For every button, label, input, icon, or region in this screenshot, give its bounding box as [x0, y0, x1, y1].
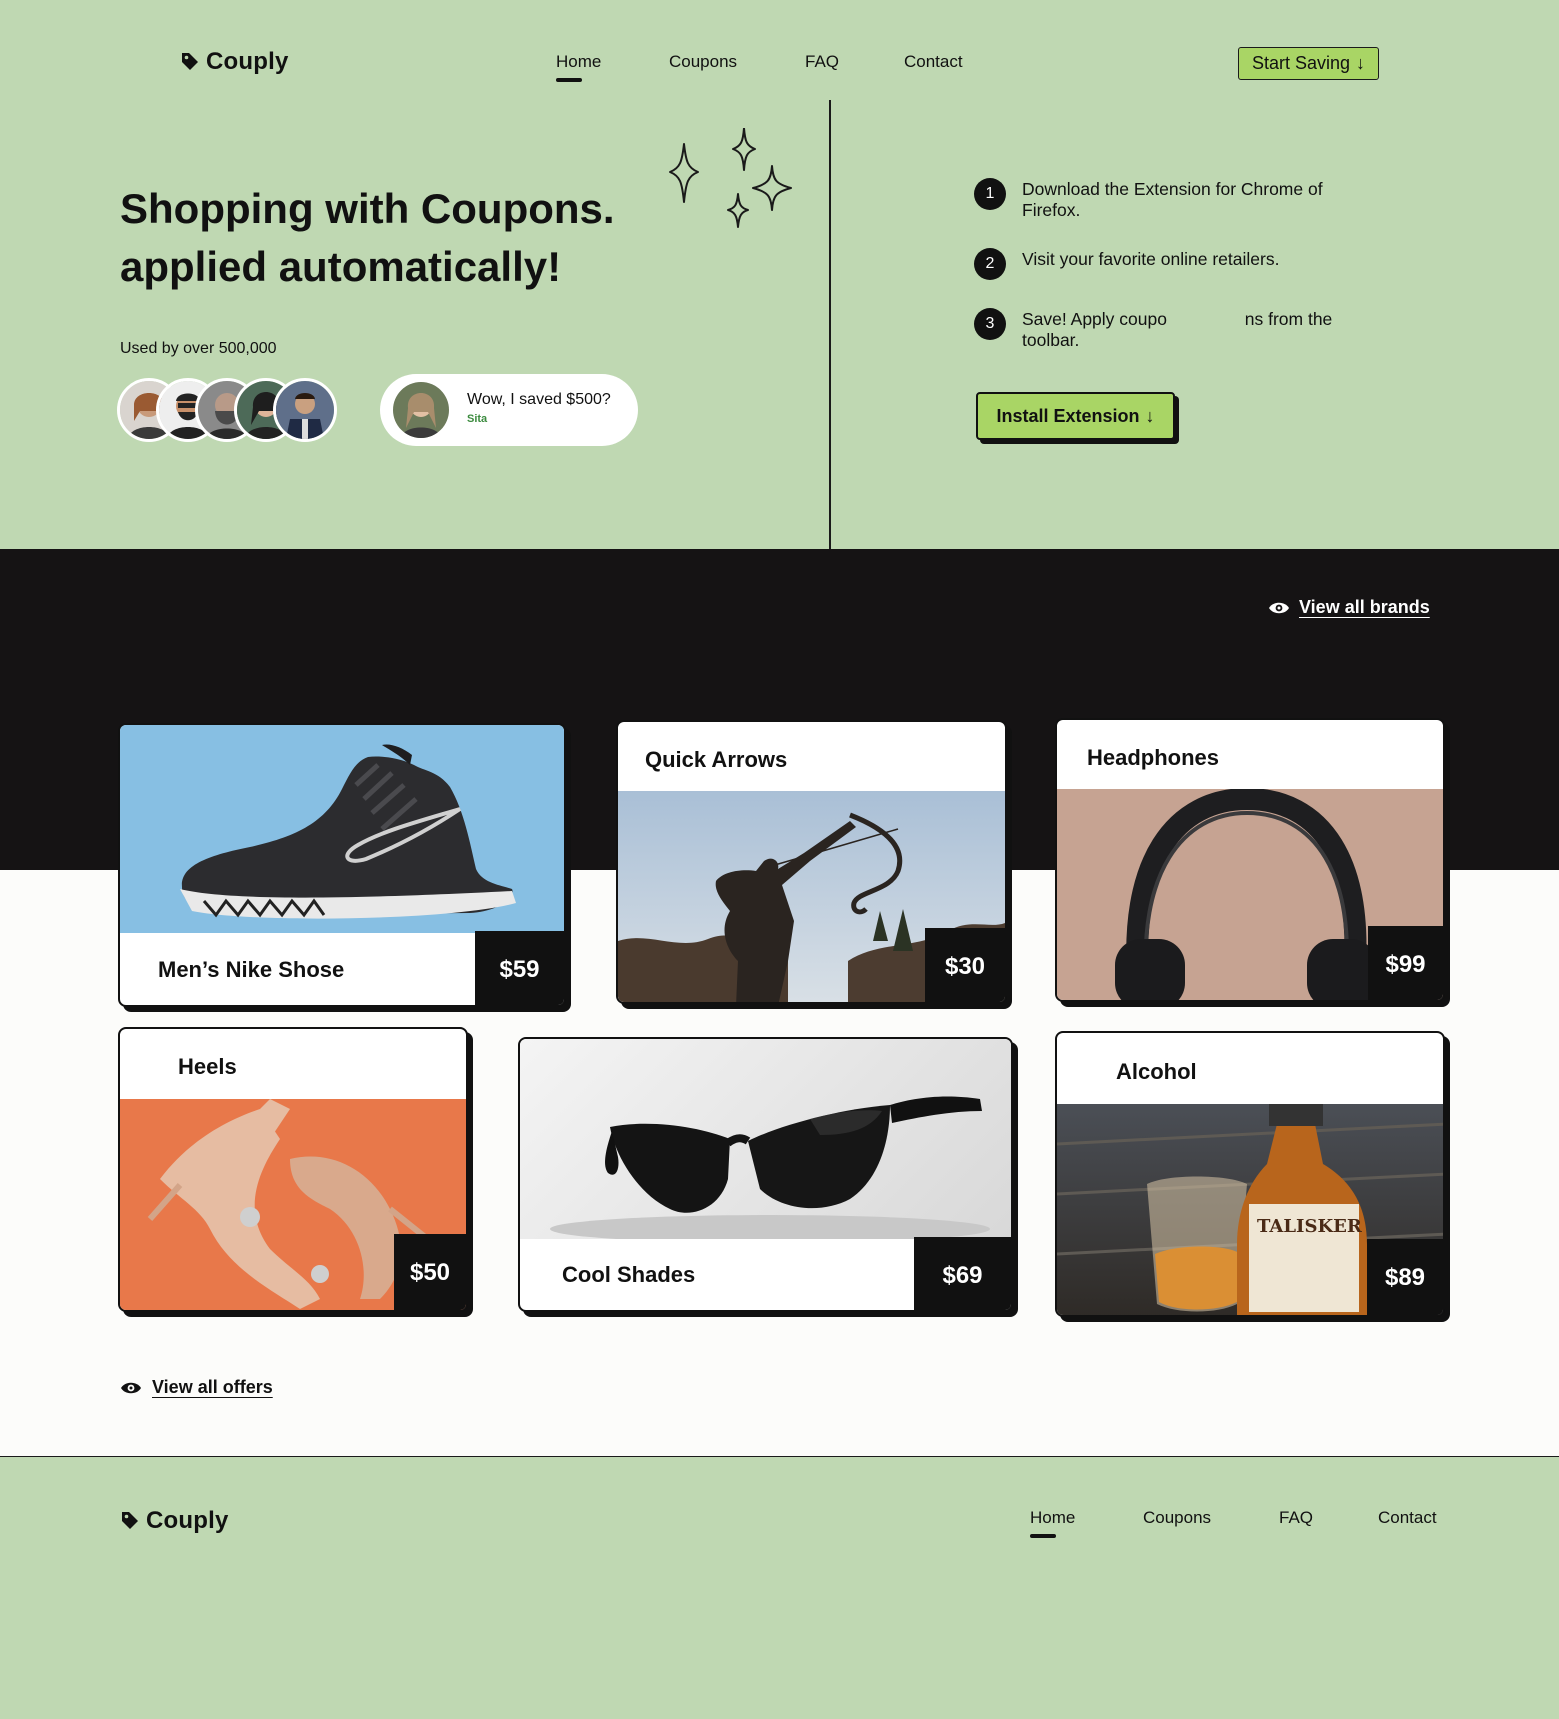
- view-all-brands-label: View all brands: [1299, 597, 1430, 617]
- eye-icon: [121, 1382, 141, 1393]
- eye-icon: [1269, 602, 1289, 613]
- step-number: 3: [974, 308, 1006, 340]
- testimonial-avatar: [393, 382, 449, 438]
- offer-title: Men’s Nike Shose: [158, 957, 345, 982]
- hero-divider: [829, 100, 831, 549]
- offer-card[interactable]: Quick Arrows $30: [616, 720, 1007, 1004]
- footer-brand-logo[interactable]: Couply: [120, 1507, 229, 1535]
- hero-title: Shopping with Coupons. applied automatic…: [120, 180, 615, 296]
- arrow-down-icon: ↓: [1356, 53, 1366, 73]
- footer-nav-faq[interactable]: FAQ: [1279, 1508, 1313, 1528]
- install-extension-button[interactable]: Install Extension ↓: [976, 392, 1175, 440]
- step-text: Download the Extension for Chrome of Fir…: [1022, 179, 1323, 220]
- step-text: Save! Apply coupo ns from the toolbar.: [1022, 309, 1338, 350]
- offer-card[interactable]: Headphones $99: [1055, 718, 1445, 1002]
- offer-card[interactable]: Cool Shades $69: [518, 1037, 1013, 1312]
- offer-title: Quick Arrows: [645, 747, 788, 772]
- svg-text:TALISKER: TALISKER: [1257, 1216, 1363, 1237]
- install-extension-label: Install Extension: [996, 405, 1140, 426]
- offer-price: $50: [394, 1234, 466, 1310]
- view-all-offers-link[interactable]: View all offers: [120, 1377, 273, 1398]
- testimonial-name: Sita: [467, 413, 488, 425]
- offer-price: $89: [1367, 1239, 1443, 1315]
- offer-title: Heels: [178, 1054, 237, 1079]
- hero-title-line2: applied automatically!: [120, 243, 562, 290]
- offer-price: $59: [475, 931, 564, 1005]
- testimonial-bubble: Wow, I saved $500? Sita: [380, 374, 638, 446]
- step-text: Visit your favorite online retailers.: [1022, 249, 1280, 269]
- brand-name: Couply: [206, 48, 289, 75]
- brand-logo[interactable]: Couply: [180, 48, 289, 76]
- hero-section: Shopping with Coupons. applied automatic…: [0, 100, 1559, 549]
- site-header: Couply Home Coupons FAQ Contact Start Sa…: [0, 0, 1559, 101]
- avatar: [273, 378, 337, 442]
- footer-nav-contact[interactable]: Contact: [1378, 1508, 1437, 1528]
- offer-card[interactable]: Men’s Nike Shose $59: [118, 723, 566, 1007]
- footer-brand-name: Couply: [146, 1507, 229, 1534]
- nav-faq[interactable]: FAQ: [805, 52, 839, 72]
- hero-title-line1: Shopping with Coupons.: [120, 185, 615, 232]
- sparkles-icon: [669, 128, 792, 228]
- offer-image-sunglasses: [520, 1039, 1011, 1239]
- offer-title: Cool Shades: [562, 1262, 696, 1287]
- nav-home[interactable]: Home: [556, 52, 601, 82]
- start-saving-label: Start Saving: [1251, 53, 1351, 73]
- testimonial-quote: Wow, I saved $500?: [467, 391, 611, 408]
- offer-price: $30: [925, 928, 1005, 1002]
- arrow-down-icon: ↓: [1145, 405, 1155, 426]
- view-all-brands-link[interactable]: View all brands: [1268, 597, 1430, 618]
- offer-card[interactable]: Alcohol TALISKER $89: [1055, 1031, 1445, 1317]
- offer-price: $69: [914, 1237, 1011, 1310]
- tag-icon: [182, 53, 198, 70]
- nav-contact[interactable]: Contact: [904, 52, 963, 72]
- offer-price: $99: [1368, 926, 1443, 1000]
- footer-nav-home[interactable]: Home: [1030, 1508, 1075, 1538]
- start-saving-button[interactable]: Start Saving ↓: [1238, 47, 1379, 80]
- site-footer: Couply Home Coupons FAQ Contact: [0, 1456, 1559, 1719]
- step-number: 2: [974, 248, 1006, 280]
- offer-card[interactable]: Heels $50: [118, 1027, 468, 1312]
- offer-title: Alcohol: [1116, 1059, 1197, 1084]
- nav-coupons[interactable]: Coupons: [669, 52, 737, 72]
- footer-nav-coupons[interactable]: Coupons: [1143, 1508, 1211, 1528]
- view-all-offers-label: View all offers: [152, 1377, 273, 1397]
- used-by-text: Used by over 500,000: [120, 340, 277, 357]
- step-number: 1: [974, 178, 1006, 210]
- tag-icon: [122, 1512, 138, 1529]
- offer-title: Headphones: [1087, 745, 1220, 770]
- offer-image-sneaker: [120, 725, 564, 933]
